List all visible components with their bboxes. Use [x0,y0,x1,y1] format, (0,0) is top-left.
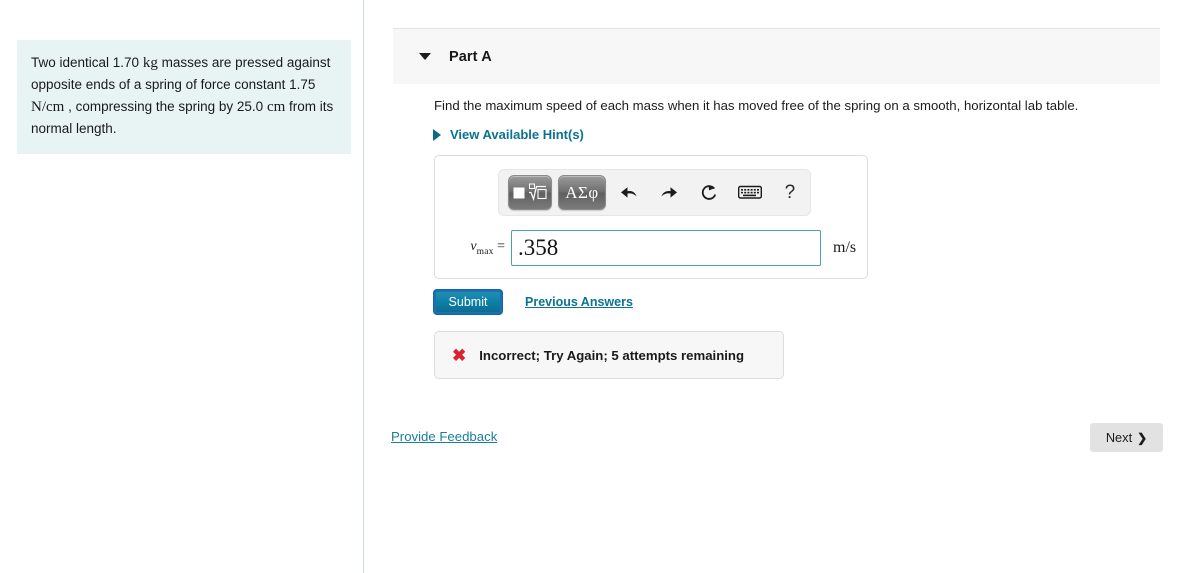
help-button[interactable]: ? [772,177,808,209]
submit-row: Submit Previous Answers [433,289,633,315]
problem-unit-kg: kg [142,55,158,71]
caret-down-icon [419,53,431,60]
part-collapse-toggle[interactable] [405,53,445,60]
x-mark-icon: ✖ [452,345,467,365]
problem-unit-cm: cm [266,99,286,116]
question-page: Two identical 1.70 kg masses are pressed… [0,0,1200,573]
view-hints-label: View Available Hint(s) [450,127,584,142]
undo-icon [621,186,637,198]
redo-icon [661,186,678,198]
part-header: Part A [393,28,1160,84]
question-prompt: Find the maximum speed of each mass when… [434,98,1079,113]
greek-symbols-button[interactable]: ΑΣφ [558,175,606,210]
problem-unit-n-per-cm: N/cm [31,99,65,116]
reset-icon [702,184,717,200]
next-button[interactable]: Next ❯ [1090,423,1163,452]
math-templates-button[interactable] [508,175,552,210]
help-icon: ? [784,181,796,203]
problem-text-part-1: Two identical 1.70 [31,55,143,70]
problem-statement-panel: Two identical 1.70 kg masses are pressed… [17,40,351,155]
answer-entry-box: ΑΣφ ? vmax = .358 m/s [434,155,868,279]
submit-button[interactable]: Submit [433,289,503,315]
keyboard-icon [737,185,762,199]
part-title: Part A [449,48,492,65]
reset-button[interactable] [691,177,727,209]
part-pane: Part A Find the maximum speed of each ma… [364,0,1200,573]
template-radical-icon [513,183,547,201]
answer-input[interactable] [511,230,821,266]
feedback-message: Incorrect; Try Again; 5 attempts remaini… [479,347,745,363]
chevron-right-icon: ❯ [1137,430,1148,445]
problem-text-part-3: , compressing the spring by 25.0 [64,99,267,115]
keyboard-button[interactable] [732,177,768,209]
view-hints-toggle[interactable]: View Available Hint(s) [433,127,584,142]
answer-variable-label: vmax = [435,239,511,257]
answer-unit-label: m/s [833,239,857,256]
submit-button-label: Submit [436,292,500,312]
previous-answers-link[interactable]: Previous Answers [525,295,633,309]
equals-sign: = [493,239,505,255]
answer-input-row: vmax = m/s [435,226,869,270]
next-button-label: Next [1105,430,1133,445]
math-editor-toolbar: ΑΣφ ? [498,169,811,216]
variable-subscript: max [476,246,494,257]
caret-right-icon [433,128,441,141]
undo-button[interactable] [611,177,647,209]
feedback-banner: ✖ Incorrect; Try Again; 5 attempts remai… [434,331,784,379]
redo-button[interactable] [651,177,687,209]
provide-feedback-link[interactable]: Provide Feedback [391,429,497,444]
greek-symbols-label: ΑΣφ [565,182,599,202]
